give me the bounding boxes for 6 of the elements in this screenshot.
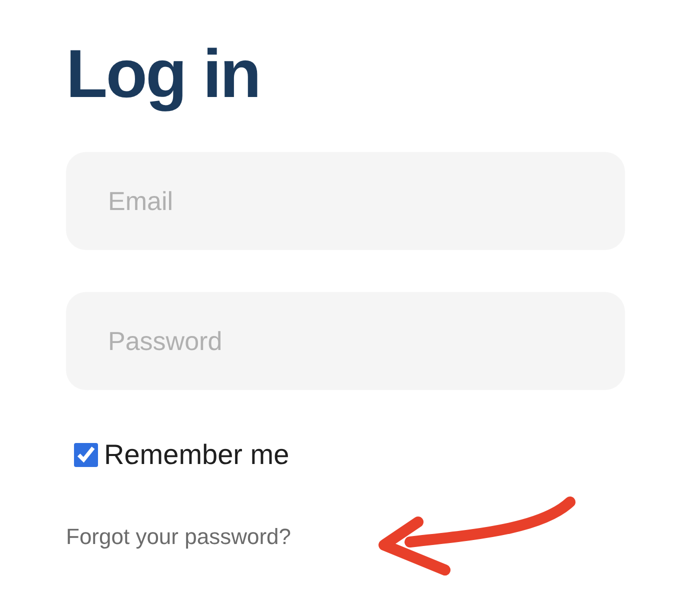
input-field[interactable]: Email	[66, 152, 625, 250]
checkbox-label: Remember me	[104, 438, 290, 472]
page-title: Log in	[66, 35, 261, 114]
input-field[interactable]: Password	[66, 292, 625, 390]
remember-checkbox[interactable]	[74, 443, 98, 467]
forgot-password-link[interactable]: Forgot your password?	[66, 520, 291, 553]
